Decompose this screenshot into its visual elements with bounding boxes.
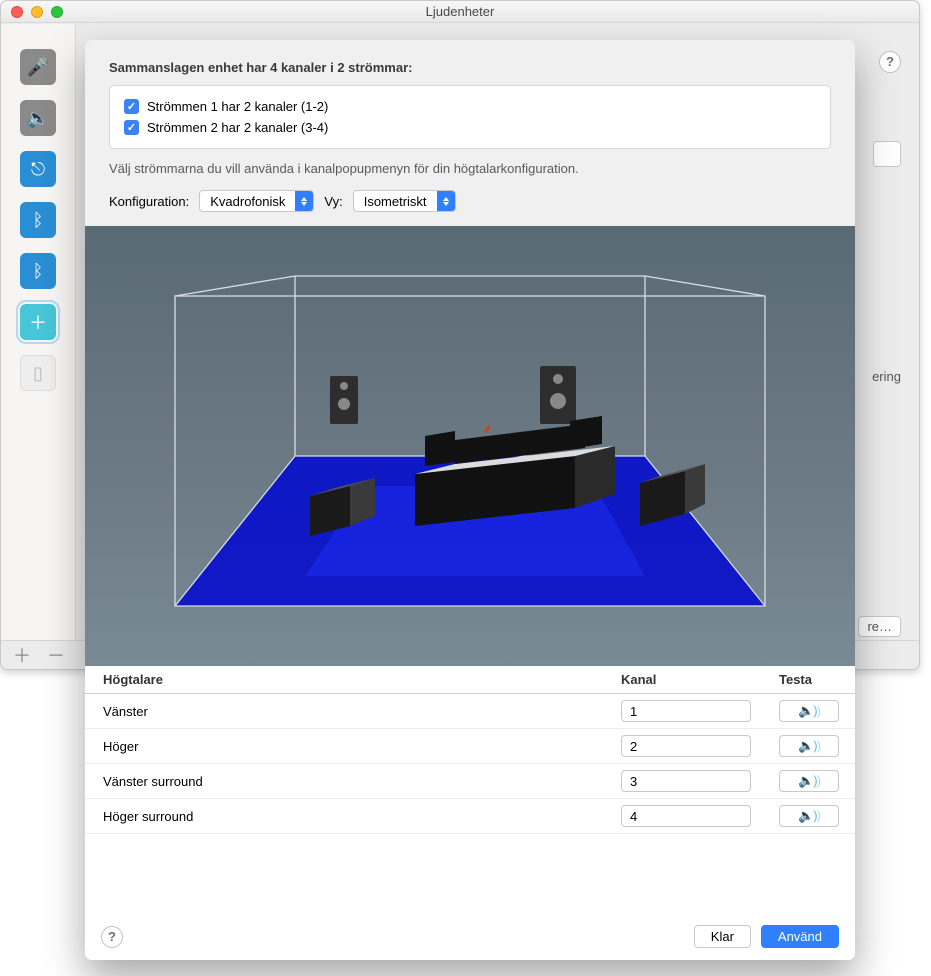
channel-value: 2 [622,739,750,754]
speaker-name: Höger [85,729,607,764]
done-button[interactable]: Klar [694,925,751,948]
device-sidebar: 🎤 🔈 ⎋ ᛒ ᛒ ＋ ▯ [1,24,76,640]
partial-hidden-button[interactable]: re… [858,616,901,637]
configuration-value: Kvadrofonisk [200,194,295,209]
table-row: Höger surround 4 🔈)) [85,799,855,834]
add-device-button[interactable]: ＋ [13,642,31,668]
chevron-updown-icon [437,191,455,211]
table-row: Vänster surround 3 🔈)) [85,764,855,799]
stream-row-1: ✓ Strömmen 1 har 2 kanaler (1-2) [124,96,816,117]
test-speaker-button[interactable]: 🔈)) [779,735,839,757]
channel-value: 3 [622,774,750,789]
sound-icon: 🔈)) [798,808,820,824]
list-view-button[interactable] [873,141,901,167]
channel-popup[interactable]: 2 [621,735,751,757]
col-test-header: Testa [765,666,855,694]
bluetooth-device-2-icon[interactable]: ᛒ [20,253,56,289]
channel-value: 1 [622,704,750,719]
bluetooth-device-icon[interactable]: ᛒ [20,202,56,238]
speaker-name: Höger surround [85,799,607,834]
help-button[interactable]: ? [879,51,901,73]
table-row: Vänster 1 🔈)) [85,694,855,729]
configuration-popup[interactable]: Kvadrofonisk [199,190,314,212]
microphone-icon[interactable]: 🎤 [20,49,56,85]
view-value: Isometriskt [354,194,437,209]
speaker-name: Vänster [85,694,607,729]
channel-popup[interactable]: 3 [621,770,751,792]
test-speaker-button[interactable]: 🔈)) [779,770,839,792]
chevron-updown-icon [295,191,313,211]
speaker-table: Högtalare Kanal Testa Vänster 1 🔈)) Höger 2 🔈… [85,666,855,834]
col-channel-header: Kanal [607,666,765,694]
sound-icon: 🔈)) [798,703,820,719]
stream-2-checkbox[interactable]: ✓ [124,120,139,135]
stream-1-checkbox[interactable]: ✓ [124,99,139,114]
remove-device-button[interactable]: － [47,642,65,668]
partial-hidden-label: ering [872,369,901,384]
stream-2-label: Strömmen 2 har 2 kanaler (3-4) [147,120,328,135]
sound-icon: 🔈)) [798,738,820,754]
sheet-footer: ? Klar Använd [85,913,855,960]
table-row: Höger 2 🔈)) [85,729,855,764]
view-label: Vy: [324,194,342,209]
test-speaker-button[interactable]: 🔈)) [779,700,839,722]
speaker-icon[interactable]: 🔈 [20,100,56,136]
help-button[interactable]: ? [101,926,123,948]
iphone-device-icon[interactable]: ▯ [20,355,56,391]
stream-list: ✓ Strömmen 1 har 2 kanaler (1-2) ✓ Ström… [109,85,831,149]
channel-popup[interactable]: 1 [621,700,751,722]
helper-text: Välj strömmarna du vill använda i kanalp… [109,161,831,176]
test-speaker-button[interactable]: 🔈)) [779,805,839,827]
aggregate-device-icon[interactable]: ＋ [20,304,56,340]
config-row: Konfiguration: Kvadrofonisk Vy: Isometri… [109,190,831,212]
channel-popup[interactable]: 4 [621,805,751,827]
apply-button[interactable]: Använd [761,925,839,948]
channel-value: 4 [622,809,750,824]
sheet-header: Sammanslagen enhet har 4 kanaler i 2 str… [85,40,855,226]
titlebar: Ljudenheter [1,1,919,23]
window-title: Ljudenheter [1,4,919,19]
sheet-heading: Sammanslagen enhet har 4 kanaler i 2 str… [109,60,831,75]
configuration-label: Konfiguration: [109,194,189,209]
col-speaker-header: Högtalare [85,666,607,694]
view-popup[interactable]: Isometriskt [353,190,456,212]
stream-1-label: Strömmen 1 har 2 kanaler (1-2) [147,99,328,114]
speaker-room-3d-view[interactable] [85,226,855,666]
sound-icon: 🔈)) [798,773,820,789]
speaker-name: Vänster surround [85,764,607,799]
speaker-config-sheet: Sammanslagen enhet har 4 kanaler i 2 str… [85,40,855,960]
stream-row-2: ✓ Strömmen 2 har 2 kanaler (3-4) [124,117,816,138]
usb-device-icon[interactable]: ⎋ [20,151,56,187]
